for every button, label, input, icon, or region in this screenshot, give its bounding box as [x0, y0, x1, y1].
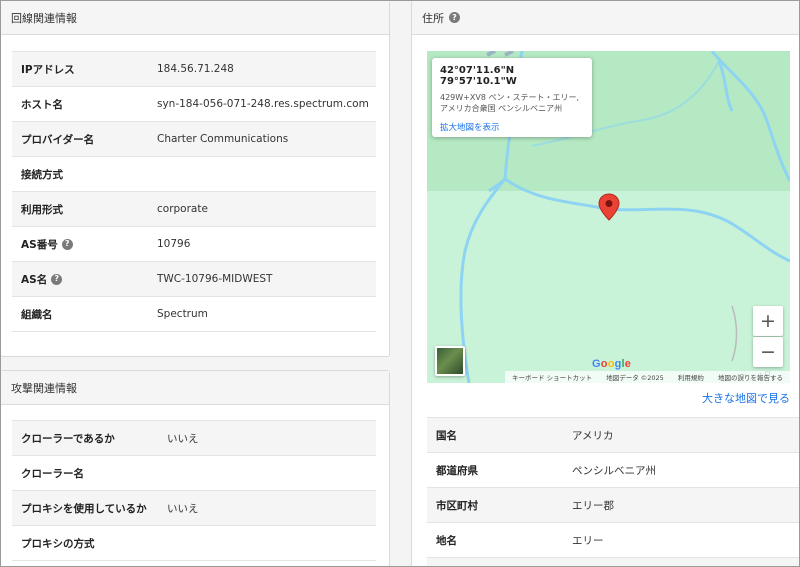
line-info-title: 回線関連情報: [11, 11, 77, 25]
row-label: [427, 558, 572, 567]
attack-info-panel: 攻撃関連情報 クローラーであるか いいえ クローラー名 プロキシを使用しているか…: [0, 370, 390, 567]
google-map[interactable]: 42°07'11.6"N 79°57'10.1"W 429W+XV8 ペン・ステ…: [427, 51, 790, 383]
table-row: IPアドレス 184.56.71.248: [12, 51, 376, 87]
attack-info-table: クローラーであるか いいえ クローラー名 プロキシを使用しているか いいえ プロ…: [12, 420, 376, 561]
row-value: [167, 526, 376, 561]
row-value: 10796: [157, 238, 191, 250]
enlarge-map-link[interactable]: 拡大地図を表示: [440, 121, 584, 133]
table-row: プロキシの方式: [12, 525, 376, 561]
map-address-line: アメリカ合衆国 ペンシルベニア州: [440, 103, 563, 113]
table-row: 利用形式 corporate: [12, 191, 376, 227]
table-row: 市区町村 エリー郡: [427, 487, 800, 523]
row-label: ホスト名: [21, 98, 63, 111]
row-label: 接続方式: [21, 168, 63, 181]
map-coordinates: 42°07'11.6"N 79°57'10.1"W: [440, 65, 517, 87]
row-label: クローラーであるか: [21, 432, 115, 445]
map-pin-icon[interactable]: [598, 193, 620, 221]
table-row: AS名? TWC-10796-MIDWEST: [12, 261, 376, 297]
row-label: 組織名: [21, 308, 53, 321]
table-row: プロバイダー名 Charter Communications: [12, 121, 376, 157]
zoom-in-button[interactable]: +: [753, 306, 783, 336]
row-value: いいえ: [167, 502, 199, 515]
table-row: 組織名 Spectrum: [12, 296, 376, 332]
line-info-table: IPアドレス 184.56.71.248 ホスト名 syn-184-056-07…: [12, 51, 376, 332]
row-value: エリー: [572, 534, 604, 547]
row-label: 地名: [436, 534, 457, 547]
map-footer: キーボード ショートカット 地図データ ©2025 利用規約 地図の誤りを報告す…: [505, 371, 790, 383]
attack-info-title: 攻撃関連情報: [11, 381, 77, 395]
row-value: エリー郡: [572, 499, 614, 512]
row-label: 市区町村: [436, 499, 478, 512]
row-value: [572, 558, 800, 567]
row-label: 国名: [436, 429, 457, 442]
row-label: クローラー名: [21, 467, 84, 480]
row-value: Spectrum: [157, 308, 208, 320]
table-row: 国名 アメリカ: [427, 417, 800, 453]
row-value: syn-184-056-071-248.res.spectrum.com: [157, 98, 369, 110]
row-label: プロキシを使用しているか: [21, 502, 147, 515]
line-info-panel: 回線関連情報 IPアドレス 184.56.71.248 ホスト名 syn-184…: [0, 0, 390, 357]
address-panel: 住所 ? 42°07'11.6"N 79°57'10.1"W 429W+XV8 …: [411, 0, 800, 567]
question-circle-icon[interactable]: ?: [449, 12, 460, 23]
row-value: 184.56.71.248: [157, 63, 234, 75]
row-value: いいえ: [167, 432, 199, 445]
zoom-out-button[interactable]: −: [753, 337, 783, 367]
table-row: クローラー名: [12, 455, 376, 491]
address-header: 住所 ?: [412, 1, 800, 35]
attack-info-header: 攻撃関連情報: [1, 371, 389, 405]
row-value: corporate: [157, 203, 208, 215]
row-value: Charter Communications: [157, 133, 289, 145]
table-row: ホスト名 syn-184-056-071-248.res.spectrum.co…: [12, 86, 376, 122]
question-circle-icon[interactable]: ?: [61, 238, 73, 250]
map-info-card: 42°07'11.6"N 79°57'10.1"W 429W+XV8 ペン・ステ…: [432, 58, 592, 137]
table-row: 地名 エリー: [427, 522, 800, 558]
table-row: AS番号? 10796: [12, 226, 376, 262]
question-circle-icon[interactable]: ?: [51, 273, 63, 285]
row-value: ペンシルベニア州: [572, 464, 656, 477]
map-data-credit: 地図データ ©2025: [606, 374, 664, 382]
row-label: IPアドレス: [21, 63, 75, 76]
address-table: 国名 アメリカ 都道府県 ペンシルベニア州 市区町村 エリー郡 地名 エリー: [427, 417, 800, 567]
row-value: アメリカ: [572, 429, 614, 442]
address-title: 住所: [422, 11, 444, 25]
row-label: プロキシの方式: [21, 537, 95, 550]
table-row: クローラーであるか いいえ: [12, 420, 376, 456]
table-row: [427, 557, 800, 567]
table-row: プロキシを使用しているか いいえ: [12, 490, 376, 526]
satellite-toggle-button[interactable]: [435, 346, 465, 376]
line-info-header: 回線関連情報: [1, 1, 389, 35]
row-label: 都道府県: [436, 464, 478, 477]
terms-link[interactable]: 利用規約: [678, 372, 704, 382]
row-label: AS名: [21, 273, 48, 286]
google-logo: Google: [592, 358, 632, 370]
row-label: AS番号: [21, 238, 58, 251]
keyboard-shortcuts-link[interactable]: キーボード ショートカット: [512, 372, 592, 382]
bigger-map-link[interactable]: 大きな地図で見る: [702, 390, 790, 406]
row-value: TWC-10796-MIDWEST: [157, 273, 273, 285]
map-address-line: 429W+XV8 ペン・ステート・エリー,: [440, 93, 580, 102]
row-label: プロバイダー名: [21, 133, 95, 146]
row-label: 利用形式: [21, 203, 63, 216]
row-value: [167, 456, 376, 491]
report-error-link[interactable]: 地図の誤りを報告する: [718, 372, 783, 382]
table-row: 都道府県 ペンシルベニア州: [427, 452, 800, 488]
row-value: [157, 157, 376, 192]
table-row: 接続方式: [12, 156, 376, 192]
